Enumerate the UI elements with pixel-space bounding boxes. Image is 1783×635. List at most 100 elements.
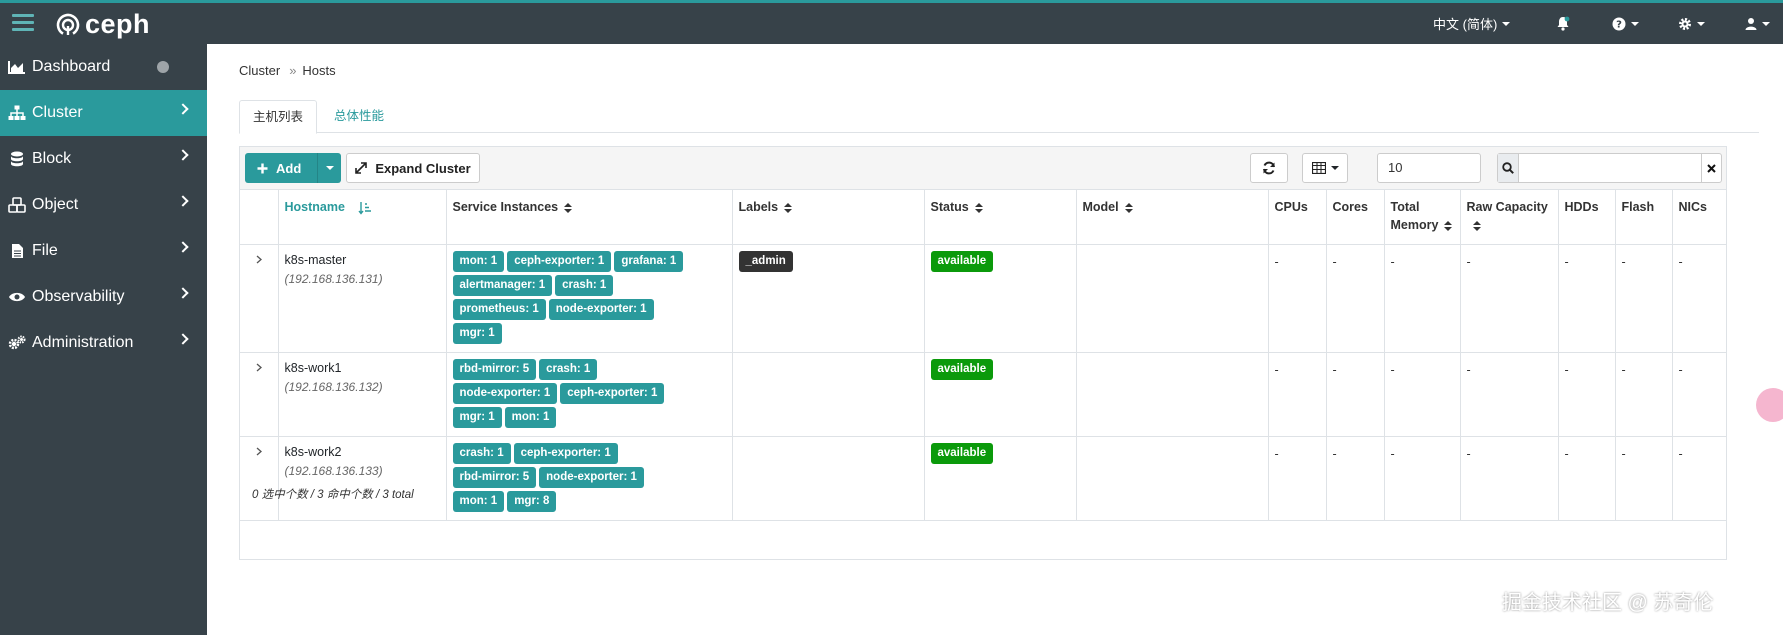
sidebar-item-label: File [32,242,58,259]
column-header-label: Total Memory [1390,200,1439,232]
column-header-model[interactable]: Model [1076,190,1269,245]
chevron-down-icon [1330,166,1339,170]
expand-row-button[interactable] [240,244,279,353]
sidebar-item-label: Observability [32,288,125,305]
sort-ascending-icon [358,201,372,215]
chevron-right-icon [177,195,189,207]
column-header-labels[interactable]: Labels [732,190,925,245]
labels-cell [732,352,925,437]
area-chart-icon [8,58,26,76]
sidebar-item-administration[interactable]: Administration [0,320,207,366]
add-dropdown-toggle[interactable] [317,153,341,183]
column-header-flash[interactable]: Flash [1615,190,1673,245]
hostname-text: k8s-work1 [284,360,342,375]
raw-cell: - [1460,244,1559,353]
memory-value: - [1390,362,1395,377]
help-icon: ? [1612,17,1626,30]
status-dot-icon [157,61,169,73]
column-header-label: Flash [1621,200,1655,214]
chevron-down-icon [1502,21,1511,26]
search-input[interactable] [1518,154,1701,182]
host-ip-text: (192.168.136.131) [284,271,383,286]
nics-value: - [1678,362,1683,377]
user-dropdown[interactable] [1745,3,1770,44]
column-header-label: Labels [738,200,779,214]
settings-dropdown[interactable] [1678,3,1705,44]
expand-arrows-icon [355,162,368,174]
tab-host-list[interactable]: 主机列表 [239,100,318,134]
chevron-down-icon [1631,21,1639,26]
chevron-right-icon [177,149,189,161]
service-badge: node-exporter: 1 [452,382,558,404]
refresh-button[interactable] [1250,153,1288,183]
chevron-right-icon [177,333,189,345]
column-header-hostname[interactable]: Hostname [278,190,447,245]
expand-row-button[interactable] [240,352,279,437]
sidebar-item-file[interactable]: File [0,228,207,274]
notifications-button[interactable] [1556,3,1570,44]
app-logo[interactable]: ceph [55,9,150,40]
column-header-cores[interactable]: Cores [1326,190,1385,245]
column-header-cpus[interactable]: CPUs [1268,190,1327,245]
cogs-icon [8,334,26,352]
status-badge: available [930,358,994,380]
table-header-row: Hostname Service Instances Labels Status… [240,190,1726,245]
bell-icon [1557,16,1570,31]
sort-icon [784,202,793,213]
sidebar: Dashboard Cluster Block Object File Obse [0,44,207,635]
add-host-button[interactable]: Add [245,153,341,183]
nics-value: - [1678,446,1683,461]
language-label: 中文 (简体) [1433,17,1498,32]
sidebar-item-observability[interactable]: Observability [0,274,207,320]
clear-search-button[interactable] [1700,154,1721,182]
service-badge: mon: 1 [452,250,505,272]
help-dropdown[interactable]: ? [1612,3,1639,44]
raw-value: - [1466,254,1471,269]
sidebar-item-dashboard[interactable]: Dashboard [0,44,207,90]
memory-value: - [1390,446,1395,461]
sidebar-item-label: Object [32,196,79,213]
hostname-text: k8s-work2 [284,444,342,459]
menu-toggle-icon[interactable] [12,14,34,32]
service-badge: prometheus: 1 [452,298,546,320]
file-icon [8,242,26,260]
cpus-value: - [1274,446,1279,461]
chevron-right-icon [256,363,262,371]
table-row[interactable]: k8s-work1 (192.168.136.132) rbd-mirror: 5c… [240,352,1726,437]
column-header-nics[interactable]: NICs [1672,190,1726,245]
page-size-input[interactable]: 10 [1377,153,1481,183]
translate-float-button[interactable] [1756,388,1783,422]
column-header-hdds[interactable]: HDDs [1558,190,1616,245]
table-columns-icon [1311,162,1326,174]
sidebar-item-cluster[interactable]: Cluster [0,90,207,136]
language-dropdown[interactable]: 中文 (简体) [1433,3,1511,44]
sort-icon [1472,220,1482,231]
column-header-total-memory[interactable]: Total Memory [1384,190,1461,245]
breadcrumb-hosts: Hosts [302,63,336,78]
tab-overall-performance[interactable]: 总体性能 [321,100,397,133]
column-header-raw-capacity[interactable]: Raw Capacity [1460,190,1559,245]
expand-cluster-button[interactable]: Expand Cluster [346,153,480,183]
service-badge: ceph-exporter: 1 [560,382,665,404]
expand-cluster-label: Expand Cluster [375,160,471,176]
column-header-status[interactable]: Status [924,190,1077,245]
column-toggle-button[interactable] [1302,153,1348,183]
chevron-right-icon [256,447,262,455]
column-header-service-instances[interactable]: Service Instances [446,190,733,245]
chevron-down-icon [1762,21,1770,26]
double-chevron-right-icon: » [289,63,297,78]
hdds-value: - [1564,446,1569,461]
flash-value: - [1621,446,1626,461]
table-row[interactable]: k8s-master (192.168.136.131) mon: 1 ceph-ex… [240,244,1726,353]
service-badge: grafana: 1 [614,250,684,272]
breadcrumb-cluster[interactable]: Cluster [239,63,280,78]
sidebar-item-block[interactable]: Block [0,136,207,182]
tab-bar: 主机列表 总体性能 [239,100,1759,134]
hostname-cell: k8s-work1 (192.168.136.132) [278,352,447,437]
column-header-label: Cores [1332,200,1368,214]
sidebar-item-label: Cluster [32,104,83,121]
sidebar-item-object[interactable]: Object [0,182,207,228]
add-button-main[interactable]: Add [245,161,317,176]
service-badge: alertmanager: 1 [452,274,553,296]
gear-icon [1679,17,1691,30]
